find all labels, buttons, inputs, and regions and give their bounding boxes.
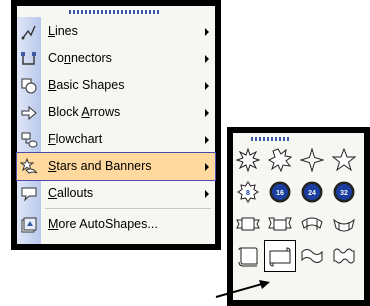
submenu-arrow-icon: [205, 82, 209, 90]
block-arrows-icon: [21, 105, 37, 121]
star-5-point-icon: [332, 148, 356, 172]
autoshapes-menu-body: Lines Connectors Basic Shapes Block Arro…: [16, 6, 216, 244]
autoshapes-menu: Lines Connectors Basic Shapes Block Arro…: [11, 0, 221, 250]
menu-item-label: Block Arrows: [48, 105, 121, 119]
menu-item-label: Flowchart: [48, 132, 103, 146]
menu-separator: [45, 208, 211, 209]
star-8-point-shape-button[interactable]: 8: [233, 177, 263, 207]
menu-item-flowchart[interactable]: Flowchart: [17, 126, 215, 153]
submenu-arrow-icon: [205, 136, 209, 144]
curved-down-ribbon-shape-button[interactable]: [329, 209, 359, 239]
star-16-point-icon: 16: [269, 181, 291, 203]
down-ribbon-shape-button[interactable]: [265, 209, 295, 239]
menu-item-label: Callouts: [48, 186, 94, 200]
submenu-arrow-icon: [205, 190, 209, 198]
explosion-2-shape-button[interactable]: [265, 145, 295, 175]
explosion-1-shape-button[interactable]: [233, 145, 263, 175]
menu-item-basic-shapes[interactable]: Basic Shapes: [17, 72, 215, 99]
callouts-icon: [21, 187, 37, 202]
seal-number: 24: [308, 190, 316, 197]
curved-up-ribbon-shape-button[interactable]: [297, 209, 327, 239]
curved-up-ribbon-icon: [301, 217, 323, 230]
star-32-point-icon: 32: [333, 181, 355, 203]
star-32-point-shape-button[interactable]: 32: [329, 177, 359, 207]
submenu-arrow-icon: [205, 163, 209, 171]
submenu-arrow-icon: [205, 55, 209, 63]
vertical-scroll-shape-button[interactable]: [233, 241, 263, 271]
horizontal-scroll-icon: [269, 247, 291, 267]
menu-item-label: Basic Shapes: [48, 78, 125, 92]
star-8-point-icon: 8: [237, 181, 259, 203]
star-4-point-shape-button[interactable]: [297, 145, 327, 175]
menu-item-label: Connectors: [48, 51, 112, 65]
seal-number: 8: [246, 190, 250, 197]
vertical-scroll-icon: [238, 247, 258, 267]
menu-item-label: Stars and Banners: [48, 159, 152, 173]
menu-item-more-autoshapes[interactable]: More AutoShapes...: [17, 211, 215, 238]
star-24-point-icon: 24: [301, 181, 323, 203]
curved-down-ribbon-icon: [333, 218, 355, 232]
double-wave-shape-button[interactable]: [329, 241, 359, 271]
more-autoshapes-icon: [21, 217, 37, 233]
double-wave-icon: [333, 248, 355, 264]
star-16-point-shape-button[interactable]: 16: [265, 177, 295, 207]
palette-drag-handle[interactable]: [251, 137, 291, 141]
wave-icon: [301, 249, 323, 263]
explosion-2-icon: [268, 148, 292, 172]
submenu-arrow-icon: [205, 109, 209, 117]
lines-icon: [21, 25, 36, 40]
menu-item-label: More AutoShapes...: [48, 217, 158, 231]
menu-item-callouts[interactable]: Callouts: [17, 180, 215, 207]
down-ribbon-icon: [268, 217, 292, 231]
stars-and-banners-palette: 8 16 24 32: [227, 127, 370, 306]
star-24-point-shape-button[interactable]: 24: [297, 177, 327, 207]
menu-item-stars-and-banners[interactable]: Stars and Banners: [16, 152, 216, 181]
up-ribbon-shape-button[interactable]: [233, 209, 263, 239]
menu-drag-handle[interactable]: [69, 10, 161, 14]
explosion-1-icon: [236, 148, 260, 172]
palette-body: 8 16 24 32: [233, 133, 364, 300]
menu-item-connectors[interactable]: Connectors: [17, 45, 215, 72]
horizontal-scroll-shape-button[interactable]: [264, 240, 296, 272]
seal-number: 16: [276, 190, 284, 197]
stars-banners-icon: [20, 158, 38, 174]
flowchart-icon: [21, 132, 38, 148]
basic-shapes-icon: [21, 78, 37, 94]
up-ribbon-icon: [236, 217, 260, 231]
menu-item-block-arrows[interactable]: Block Arrows: [17, 99, 215, 126]
seal-number: 32: [340, 190, 348, 197]
star-5-point-shape-button[interactable]: [329, 145, 359, 175]
wave-shape-button[interactable]: [297, 241, 327, 271]
submenu-arrow-icon: [205, 28, 209, 36]
menu-item-label: Lines: [48, 24, 78, 38]
connectors-icon: [21, 52, 36, 65]
star-4-point-icon: [300, 148, 324, 172]
menu-item-lines[interactable]: Lines: [17, 18, 215, 45]
